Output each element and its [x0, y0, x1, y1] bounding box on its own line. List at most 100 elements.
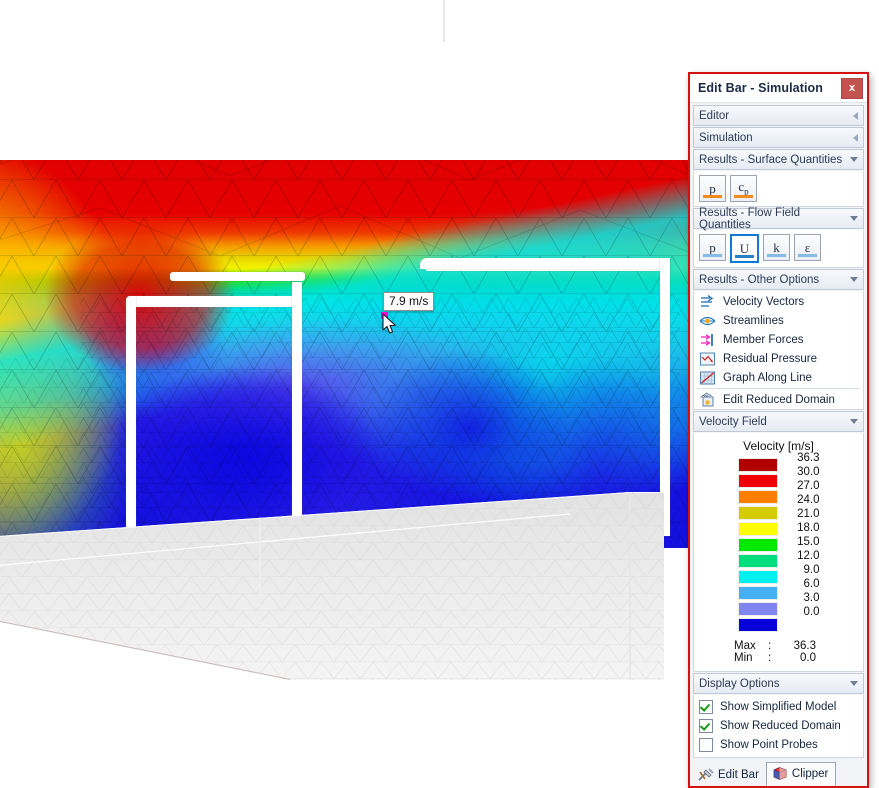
- legend-max-key: Max: [734, 640, 756, 652]
- mouse-cursor-icon: [382, 313, 396, 334]
- checkbox-icon[interactable]: [699, 718, 713, 733]
- legend-min-row: Min : 0.0: [734, 652, 863, 664]
- checkbox-label: Show Point Probes: [720, 738, 818, 751]
- flow-epsilon-button[interactable]: ε: [794, 234, 821, 261]
- panel-titlebar: Edit Bar - Simulation x: [690, 74, 867, 103]
- option-streamlines[interactable]: Streamlines: [694, 311, 863, 330]
- checkbox-show-simplified-model[interactable]: Show Simplified Model: [694, 697, 863, 716]
- section-header-editor[interactable]: Editor: [693, 105, 864, 126]
- section-header-surface-quantities[interactable]: Results - Surface Quantities: [693, 149, 864, 170]
- section-header-flow-field-quantities[interactable]: Results - Flow Field Quantities: [693, 207, 864, 231]
- checkbox-show-reduced-domain[interactable]: Show Reduced Domain: [694, 716, 863, 735]
- streamlines-icon: [699, 316, 716, 325]
- other-options-list: Velocity Vectors Streamlines Member Forc…: [693, 291, 864, 410]
- option-graph-along-line[interactable]: Graph Along Line: [694, 368, 863, 387]
- legend-min-value: 0.0: [800, 652, 816, 664]
- tab-clipper[interactable]: Clipper: [765, 762, 837, 786]
- legend-tick-6: 15.0: [797, 536, 820, 548]
- cp-button[interactable]: cp: [730, 175, 757, 202]
- velocity-legend: Velocity [m/s] 36.3 30.0 27.0 24.0 21.0 18.0 1…: [693, 433, 864, 672]
- legend-tick-8: 9.0: [803, 564, 820, 576]
- chevron-left-icon: [853, 111, 858, 120]
- checkbox-label: Show Reduced Domain: [720, 719, 841, 732]
- checkbox-label: Show Simplified Model: [720, 700, 837, 713]
- building-1-left-wall: [126, 296, 136, 531]
- velocity-vectors-icon: [701, 294, 714, 307]
- legend-minmax: Max : 36.3 Min : 0.0: [694, 640, 863, 664]
- legend-max-row: Max : 36.3: [734, 640, 863, 652]
- member-forces-icon: [701, 333, 713, 346]
- section-header-simulation[interactable]: Simulation: [693, 127, 864, 148]
- legend-swatch-7: [737, 570, 778, 584]
- legend-swatches: [737, 458, 778, 632]
- panel-title: Edit Bar - Simulation: [698, 81, 824, 95]
- building-1-roof-cap: [170, 272, 305, 281]
- panel-tabs: Edit Bar Clipper: [690, 759, 867, 786]
- underline-bar: [734, 195, 753, 198]
- legend-tick-3: 24.0: [797, 494, 820, 506]
- chevron-down-icon: [850, 419, 858, 424]
- legend-labels: 36.3 30.0 27.0 24.0 21.0 18.0 15.0 12.0 9.0 6.0 3.…: [786, 451, 820, 632]
- option-label: Streamlines: [723, 314, 784, 327]
- option-label: Residual Pressure: [723, 352, 817, 365]
- legend-tick-5: 18.0: [797, 522, 820, 534]
- chevron-down-icon: [850, 681, 858, 686]
- close-icon[interactable]: x: [841, 77, 863, 99]
- checkbox-show-point-probes[interactable]: Show Point Probes: [694, 735, 863, 754]
- pressure-button[interactable]: p: [699, 175, 726, 202]
- edit-bar-panel[interactable]: Edit Bar - Simulation x Editor Simulatio…: [688, 72, 869, 788]
- section-header-display-options[interactable]: Display Options: [693, 673, 864, 694]
- flow-k-button[interactable]: k: [763, 234, 790, 261]
- flow-pressure-glyph: p: [709, 240, 716, 255]
- section-label-surface-quantities: Results - Surface Quantities: [699, 153, 843, 166]
- flow-velocity-button[interactable]: U: [730, 234, 759, 263]
- legend-tick-9: 6.0: [803, 578, 820, 590]
- option-residual-pressure[interactable]: Residual Pressure: [694, 349, 863, 368]
- option-member-forces[interactable]: Member Forces: [694, 330, 863, 349]
- legend-swatch-1: [737, 474, 778, 488]
- surface-quantity-buttons: p cp: [693, 171, 864, 207]
- option-label: Edit Reduced Domain: [723, 393, 835, 406]
- legend-tick-7: 12.0: [797, 550, 820, 562]
- legend-colon: :: [768, 652, 772, 664]
- legend-swatch-10: [737, 618, 778, 632]
- legend-swatch-0: [737, 458, 778, 472]
- velocity-probe-tooltip: 7.9 m/s: [383, 292, 435, 311]
- chevron-down-icon: [850, 216, 858, 221]
- legend-tick-4: 21.0: [797, 508, 820, 520]
- underline-bar: [703, 195, 722, 198]
- residual-pressure-icon: [700, 352, 715, 365]
- chevron-left-icon: [853, 133, 858, 142]
- section-header-other-options[interactable]: Results - Other Options: [693, 269, 864, 290]
- legend-title: Velocity [m/s]: [743, 439, 814, 453]
- tab-edit-bar[interactable]: Edit Bar: [693, 765, 766, 786]
- display-options-list: Show Simplified Model Show Reduced Domai…: [693, 695, 864, 758]
- legend-min-key: Min: [734, 652, 753, 664]
- checkbox-icon[interactable]: [699, 737, 713, 752]
- legend-tick-1: 30.0: [797, 466, 820, 478]
- legend-max-value: 36.3: [793, 640, 816, 652]
- legend-swatch-3: [737, 506, 778, 520]
- edit-reduced-domain-icon: [700, 391, 714, 406]
- chevron-down-icon: [850, 157, 858, 162]
- legend-tick-10: 3.0: [803, 592, 820, 604]
- domain-edge-line: [443, 0, 445, 42]
- pressure-glyph: p: [709, 181, 716, 196]
- flow-epsilon-glyph: ε: [804, 240, 811, 255]
- legend-colon: :: [768, 640, 772, 652]
- options-divider: [697, 388, 860, 389]
- building-2-roof: [420, 258, 670, 269]
- section-header-velocity-field[interactable]: Velocity Field: [693, 411, 864, 432]
- option-edit-reduced-domain[interactable]: Edit Reduced Domain: [694, 390, 863, 409]
- option-velocity-vectors[interactable]: Velocity Vectors: [694, 292, 863, 311]
- flow-pressure-button[interactable]: p: [699, 234, 726, 261]
- underline-bar: [798, 254, 817, 257]
- option-label: Velocity Vectors: [723, 295, 805, 308]
- underline-bar: [703, 254, 722, 257]
- graph-along-line-icon: [700, 371, 715, 384]
- checkbox-icon[interactable]: [699, 699, 713, 714]
- legend-swatch-9: [737, 602, 778, 616]
- legend-swatch-8: [737, 586, 778, 600]
- chevron-down-icon: [850, 277, 858, 282]
- legend-tick-2: 27.0: [797, 480, 820, 492]
